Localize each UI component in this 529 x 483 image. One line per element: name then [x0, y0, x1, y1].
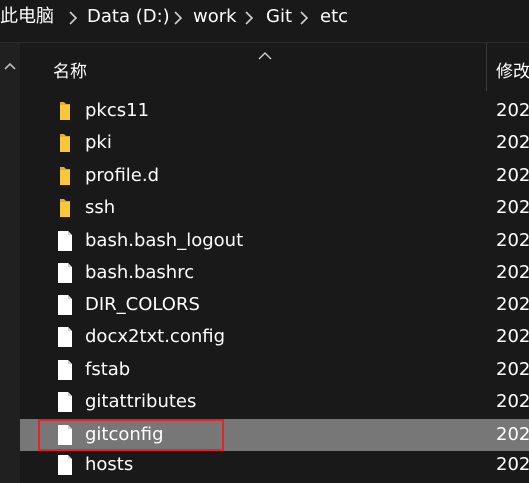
file-date-modified: 202: [496, 132, 529, 153]
file-row[interactable]: gitattributes 202: [20, 386, 529, 418]
chevron-right-icon[interactable]: [242, 10, 256, 26]
chevron-right-icon[interactable]: [66, 10, 80, 26]
file-row[interactable]: hosts 202: [20, 449, 529, 481]
file-row[interactable]: bash.bashrc 202: [20, 257, 529, 289]
file-name[interactable]: ssh: [85, 197, 115, 219]
file-name[interactable]: bash.bashrc: [85, 262, 194, 284]
breadcrumb-item-work[interactable]: work: [193, 6, 237, 28]
breadcrumb-item-this-pc[interactable]: 此电脑: [0, 6, 54, 28]
file-name[interactable]: DIR_COLORS: [85, 294, 200, 316]
breadcrumb: 此电脑 Data (D:) work Git etc: [0, 0, 529, 36]
file-name[interactable]: hosts: [85, 454, 133, 476]
file-date-modified: 202: [496, 197, 529, 218]
file-date-modified: 202: [496, 262, 529, 283]
file-date-modified: 202: [496, 326, 529, 347]
file-row[interactable]: fstab 202: [20, 354, 529, 386]
file-date-modified: 202: [496, 165, 529, 186]
file-date-modified: 202: [496, 359, 529, 380]
file-row[interactable]: pki 202: [20, 127, 529, 159]
chevron-right-icon[interactable]: [171, 10, 185, 26]
file-date-modified: 202: [496, 294, 529, 315]
file-icon: [56, 294, 74, 316]
sort-ascending-icon: [258, 45, 272, 60]
file-row[interactable]: ssh 202: [20, 192, 529, 224]
file-icon: [56, 230, 74, 252]
file-date-modified: 202: [496, 391, 529, 412]
file-row[interactable]: DIR_COLORS 202: [20, 289, 529, 321]
file-row[interactable]: pkcs11 202: [20, 95, 529, 127]
file-name[interactable]: gitattributes: [85, 391, 196, 413]
file-explorer: 此电脑 Data (D:) work Git etc 名称 修改 pkcs11 2…: [0, 0, 529, 483]
file-name[interactable]: gitconfig: [85, 424, 164, 446]
scroll-up-arrow-icon[interactable]: [4, 56, 16, 70]
file-row[interactable]: docx2txt.config 202: [20, 321, 529, 353]
file-icon: [56, 359, 74, 381]
breadcrumb-item-data-drive[interactable]: Data (D:): [87, 6, 170, 28]
file-name[interactable]: pki: [85, 132, 112, 154]
file-row[interactable]: bash.bash_logout 202: [20, 225, 529, 257]
file-name[interactable]: profile.d: [85, 165, 159, 187]
file-row[interactable]: gitconfig 202: [20, 419, 529, 451]
file-date-modified: 202: [496, 100, 529, 121]
file-row[interactable]: profile.d 202: [20, 160, 529, 192]
file-name[interactable]: pkcs11: [85, 100, 149, 122]
file-icon: [56, 391, 74, 413]
file-name[interactable]: fstab: [85, 359, 130, 381]
file-date-modified: 202: [496, 230, 529, 251]
chevron-right-icon[interactable]: [297, 10, 311, 26]
column-header-row: 名称 修改: [20, 43, 529, 91]
folder-icon: [56, 197, 74, 219]
file-name[interactable]: bash.bash_logout: [85, 230, 243, 252]
folder-icon: [56, 100, 74, 122]
file-icon: [56, 424, 74, 446]
breadcrumb-item-git[interactable]: Git: [266, 6, 292, 28]
file-name[interactable]: docx2txt.config: [85, 326, 225, 348]
vertical-scrollbar[interactable]: [0, 43, 20, 483]
breadcrumb-item-etc[interactable]: etc: [320, 6, 348, 28]
file-icon: [56, 326, 74, 348]
column-separator[interactable]: [486, 43, 487, 91]
file-date-modified: 202: [496, 454, 529, 475]
folder-icon: [56, 165, 74, 187]
file-icon: [56, 454, 74, 476]
column-header-date-modified[interactable]: 修改: [496, 57, 529, 82]
folder-icon: [56, 132, 74, 154]
column-header-name[interactable]: 名称: [53, 57, 87, 82]
file-icon: [56, 262, 74, 284]
file-date-modified: 202: [496, 424, 529, 445]
